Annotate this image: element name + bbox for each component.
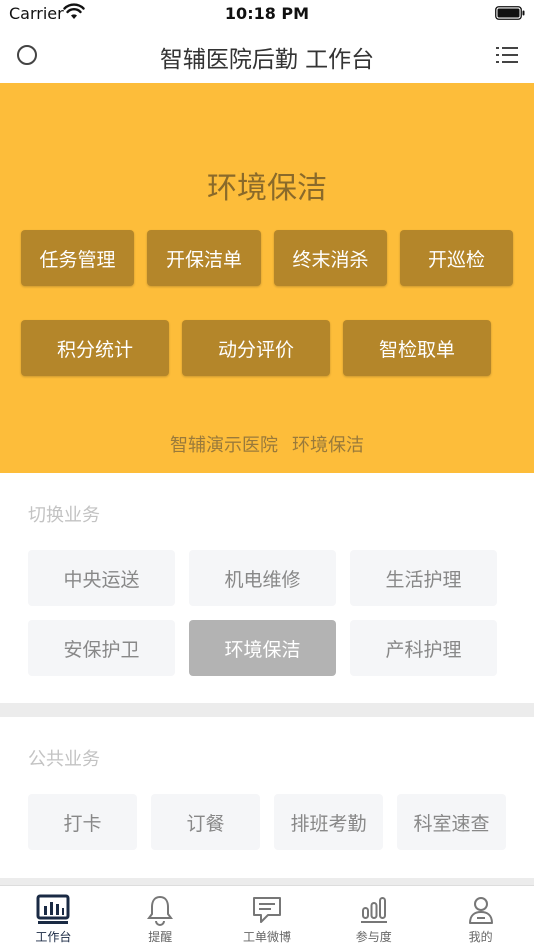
hero-title: 环境保洁 <box>207 171 327 206</box>
tab-bar: 工作台 提醒 工单微博 参与度 我的 <box>0 885 534 950</box>
battery-icon <box>495 6 525 20</box>
nav-bar: 智辅医院后勤 工作台 <box>0 28 534 83</box>
open-inspection-button[interactable]: 开巡检 <box>400 230 513 286</box>
public-item-department-lookup[interactable]: 科室速查 <box>397 794 506 850</box>
points-statistics-button[interactable]: 积分统计 <box>21 320 169 376</box>
hospital-name: 智辅演示医院 <box>170 435 278 456</box>
menu-list-icon[interactable] <box>496 45 518 65</box>
chat-icon <box>252 897 281 923</box>
public-item-order-meal[interactable]: 订餐 <box>151 794 260 850</box>
clock: 10:18 PM <box>224 4 310 23</box>
task-management-button[interactable]: 任务管理 <box>21 230 134 286</box>
section-divider <box>0 703 534 717</box>
department-name: 环境保洁 <box>292 435 364 456</box>
smart-check-button[interactable]: 智检取单 <box>343 320 491 376</box>
switch-item-central-transport[interactable]: 中央运送 <box>28 550 175 606</box>
terminal-disinfection-button[interactable]: 终末消杀 <box>274 230 387 286</box>
tab-label: 工作台 <box>35 930 72 944</box>
user-icon <box>468 897 493 924</box>
tab-label: 工单微博 <box>242 930 291 944</box>
page-title: 智辅医院后勤 工作台 <box>159 47 375 73</box>
public-item-clock-in[interactable]: 打卡 <box>28 794 137 850</box>
bar-chart-icon <box>360 897 387 923</box>
tab-workbench[interactable]: 工作台 <box>0 886 107 950</box>
tab-work-order-feed[interactable]: 工单微博 <box>214 886 321 950</box>
tab-label: 我的 <box>468 930 493 944</box>
hero-panel: 环境保洁 任务管理 开保洁单 终末消杀 开巡检 积分统计 动分评价 智检取单 智… <box>0 83 534 473</box>
public-item-scheduling[interactable]: 排班考勤 <box>274 794 383 850</box>
bottom-divider <box>0 878 534 885</box>
hero-footer: 智辅演示医院 环境保洁 <box>0 431 534 457</box>
switch-item-security[interactable]: 安保护卫 <box>28 620 175 676</box>
open-cleaning-order-button[interactable]: 开保洁单 <box>147 230 261 286</box>
switch-item-cleaning-active[interactable]: 环境保洁 <box>189 620 336 676</box>
tab-participation[interactable]: 参与度 <box>320 886 427 950</box>
bell-icon <box>147 895 174 926</box>
switch-item-maintenance[interactable]: 机电维修 <box>189 550 336 606</box>
status-bar: Carrier 10:18 PM <box>0 0 534 28</box>
switch-section-title: 切换业务 <box>28 505 100 526</box>
tab-reminders[interactable]: 提醒 <box>107 886 214 950</box>
switch-item-life-care[interactable]: 生活护理 <box>350 550 497 606</box>
tab-label: 参与度 <box>355 930 392 944</box>
tab-label: 提醒 <box>148 930 173 944</box>
points-evaluation-button[interactable]: 动分评价 <box>182 320 330 376</box>
tab-profile[interactable]: 我的 <box>427 886 534 950</box>
switch-item-obstetric-care[interactable]: 产科护理 <box>350 620 497 676</box>
public-section-title: 公共业务 <box>28 749 100 770</box>
dashboard-icon <box>36 894 70 924</box>
